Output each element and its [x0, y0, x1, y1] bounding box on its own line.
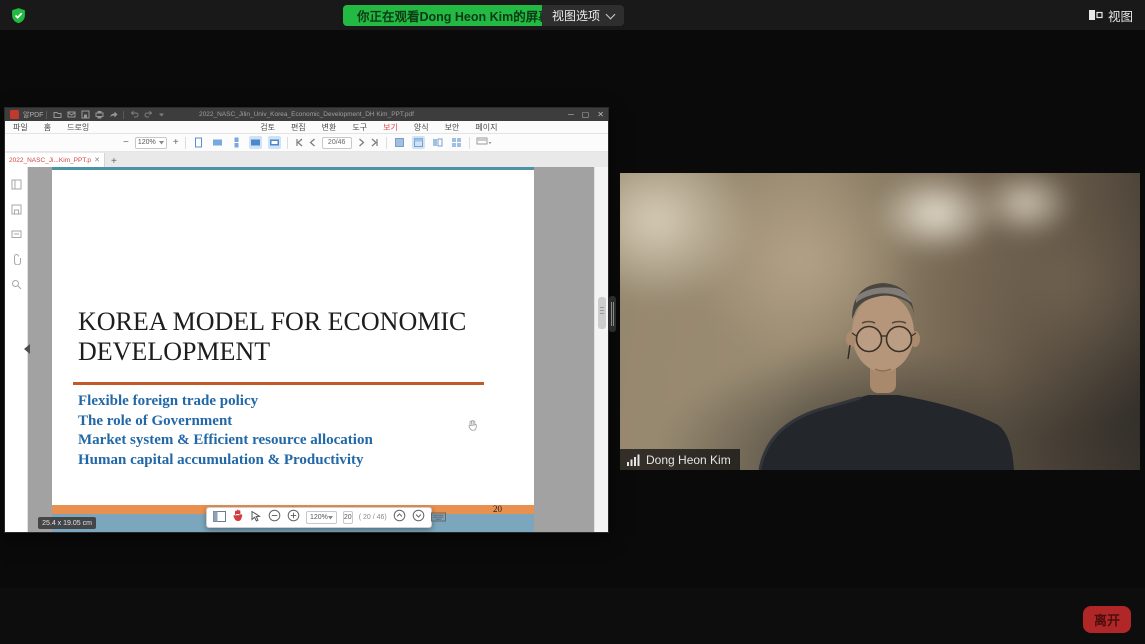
- vertical-scroll-view-icon[interactable]: [230, 136, 243, 149]
- menu-edit[interactable]: 편집: [283, 122, 314, 133]
- menu-home[interactable]: 홈: [36, 122, 59, 133]
- layout-continuous-icon[interactable]: [412, 136, 425, 149]
- menu-forms[interactable]: 양식: [406, 122, 437, 133]
- document-scrollbar[interactable]: [594, 167, 608, 532]
- view-button[interactable]: 视图: [1089, 6, 1133, 24]
- page-number-input[interactable]: 20/46: [322, 137, 352, 149]
- slide-page: KOREA MODEL FOR ECONOMIC DEVELOPMENT Fle…: [52, 167, 534, 532]
- annotation-page-input[interactable]: 20: [343, 511, 353, 524]
- menu-file[interactable]: 파일: [5, 122, 36, 133]
- zoom-level-select[interactable]: 120%: [135, 137, 167, 149]
- panel-toggle-icon[interactable]: [213, 509, 226, 527]
- annotation-toolbar: 120% 20 ( 20 / 46): [206, 507, 432, 528]
- pointer-tool-icon[interactable]: [250, 509, 262, 527]
- bookmarks-panel-icon[interactable]: [11, 202, 22, 220]
- scrollbar-thumb[interactable]: [598, 297, 606, 329]
- document-tab-label: 2022_NASC_Ji...Kim_PPT.pdf: [9, 157, 91, 164]
- single-page-view-icon[interactable]: [192, 136, 205, 149]
- tab-close-icon[interactable]: ✕: [94, 156, 100, 164]
- zoom-out-button[interactable]: −: [123, 138, 129, 148]
- slide-bullet: Human capital accumulation & Productivit…: [78, 451, 498, 471]
- comments-panel-icon[interactable]: [11, 227, 22, 245]
- menu-security[interactable]: 보안: [437, 122, 468, 133]
- security-shield-icon[interactable]: [10, 7, 27, 24]
- maximize-button[interactable]: ▢: [582, 110, 590, 119]
- document-tab[interactable]: 2022_NASC_Ji...Kim_PPT.pdf ✕: [5, 153, 105, 167]
- more-view-options-dropdown[interactable]: [476, 134, 492, 152]
- participant-name-tag: Dong Heon Kim: [620, 449, 740, 470]
- layout-grid-icon[interactable]: [450, 136, 463, 149]
- attachments-panel-icon[interactable]: [11, 252, 22, 270]
- minimize-button[interactable]: ─: [568, 110, 574, 119]
- annotation-zoom-select[interactable]: 120%: [306, 511, 337, 524]
- pdf-menubar: 파일 홈 드로잉 검토 편집 변환 도구 보기 양식 보안 페이지: [5, 121, 608, 134]
- sidebar-collapse-arrow[interactable]: [24, 344, 30, 354]
- page-size-badge: 25.4 x 19.05 cm: [38, 517, 96, 529]
- layout-two-up-icon[interactable]: [431, 136, 444, 149]
- previous-slide-button[interactable]: [393, 509, 406, 527]
- menu-pages[interactable]: 페이지: [467, 122, 505, 133]
- chevron-down-icon: [159, 141, 164, 145]
- chevron-down-icon: [606, 9, 616, 19]
- first-page-button[interactable]: [294, 134, 303, 152]
- last-page-button[interactable]: [371, 134, 380, 152]
- search-panel-icon[interactable]: [11, 277, 22, 295]
- zoom-in-icon[interactable]: [287, 509, 300, 527]
- previous-page-button[interactable]: [309, 134, 316, 152]
- chevron-down-icon: [328, 516, 333, 520]
- menu-drawing[interactable]: 드로잉: [59, 122, 97, 133]
- zoom-out-icon[interactable]: [268, 509, 281, 527]
- slide-bullet: The role of Government: [78, 412, 498, 432]
- fit-width-view-icon[interactable]: [211, 136, 224, 149]
- pdf-titlebar[interactable]: 알PDF 2022_NASC_Jilin_Univ_Korea_Economic…: [5, 108, 608, 121]
- close-button[interactable]: ✕: [597, 110, 604, 119]
- next-page-button[interactable]: [358, 134, 365, 152]
- slide-bullet-list: Flexible foreign trade policy The role o…: [78, 392, 498, 470]
- watching-banner: 你正在观看Dong Heon Kim的屏幕: [343, 5, 565, 26]
- menu-tools[interactable]: 도구: [344, 122, 375, 133]
- view-options-button[interactable]: 视图选项: [542, 5, 624, 26]
- audio-signal-icon: [627, 454, 640, 466]
- zoom-in-button[interactable]: +: [173, 138, 179, 148]
- participant-video-tile[interactable]: Dong Heon Kim: [620, 173, 1140, 470]
- keyboard-icon[interactable]: [431, 509, 446, 527]
- meeting-control-bar: 解除静音 开启视频 7: [0, 588, 1145, 644]
- zoom-meeting-screen: 你正在观看Dong Heon Kim的屏幕 视图选项 视图 알PDF: [0, 0, 1145, 644]
- share-divider-handle[interactable]: [609, 296, 616, 332]
- slide-bullet: Market system & Efficient resource alloc…: [78, 431, 498, 451]
- raised-hand-icon[interactable]: [232, 509, 244, 527]
- pdf-window-title: 2022_NASC_Jilin_Univ_Korea_Economic_Deve…: [5, 111, 608, 118]
- hand-cursor-icon: [467, 419, 478, 431]
- menu-review[interactable]: 검토: [252, 122, 283, 133]
- slide-bullet: Flexible foreign trade policy: [78, 392, 498, 412]
- full-screen-view-icon[interactable]: [268, 136, 281, 149]
- pdf-toolbar: − 120% + 20/46: [5, 134, 608, 152]
- meeting-top-bar: 你正在观看Dong Heon Kim的屏幕 视图选项 视图: [0, 0, 1145, 30]
- menu-view[interactable]: 보기: [375, 122, 406, 133]
- thumbnails-panel-icon[interactable]: [11, 177, 22, 195]
- participant-figure: [620, 173, 1140, 470]
- pdf-tabbar: 2022_NASC_Ji...Kim_PPT.pdf ✕ +: [5, 152, 608, 167]
- layout-single-icon[interactable]: [393, 136, 406, 149]
- page-total-label: ( 20 / 46): [359, 514, 387, 521]
- participant-name: Dong Heon Kim: [646, 453, 731, 467]
- menu-convert[interactable]: 변환: [314, 122, 345, 133]
- slide-divider-rule: [73, 382, 484, 385]
- leave-meeting-button[interactable]: 离开: [1083, 606, 1131, 633]
- slide-top-accent-line: [52, 167, 534, 170]
- next-slide-button[interactable]: [412, 509, 425, 527]
- slide-title: KOREA MODEL FOR ECONOMIC DEVELOPMENT: [78, 307, 508, 367]
- new-tab-button[interactable]: +: [111, 156, 117, 167]
- view-layout-icon: [1089, 9, 1103, 21]
- slide-page-number: 20: [493, 504, 502, 514]
- pdf-document-area: KOREA MODEL FOR ECONOMIC DEVELOPMENT Fle…: [5, 167, 608, 532]
- two-page-view-icon[interactable]: [249, 136, 262, 149]
- pdf-viewer-window: 알PDF 2022_NASC_Jilin_Univ_Korea_Economic…: [5, 108, 608, 532]
- watching-banner-text: 你正在观看Dong Heon Kim的屏幕: [357, 6, 551, 25]
